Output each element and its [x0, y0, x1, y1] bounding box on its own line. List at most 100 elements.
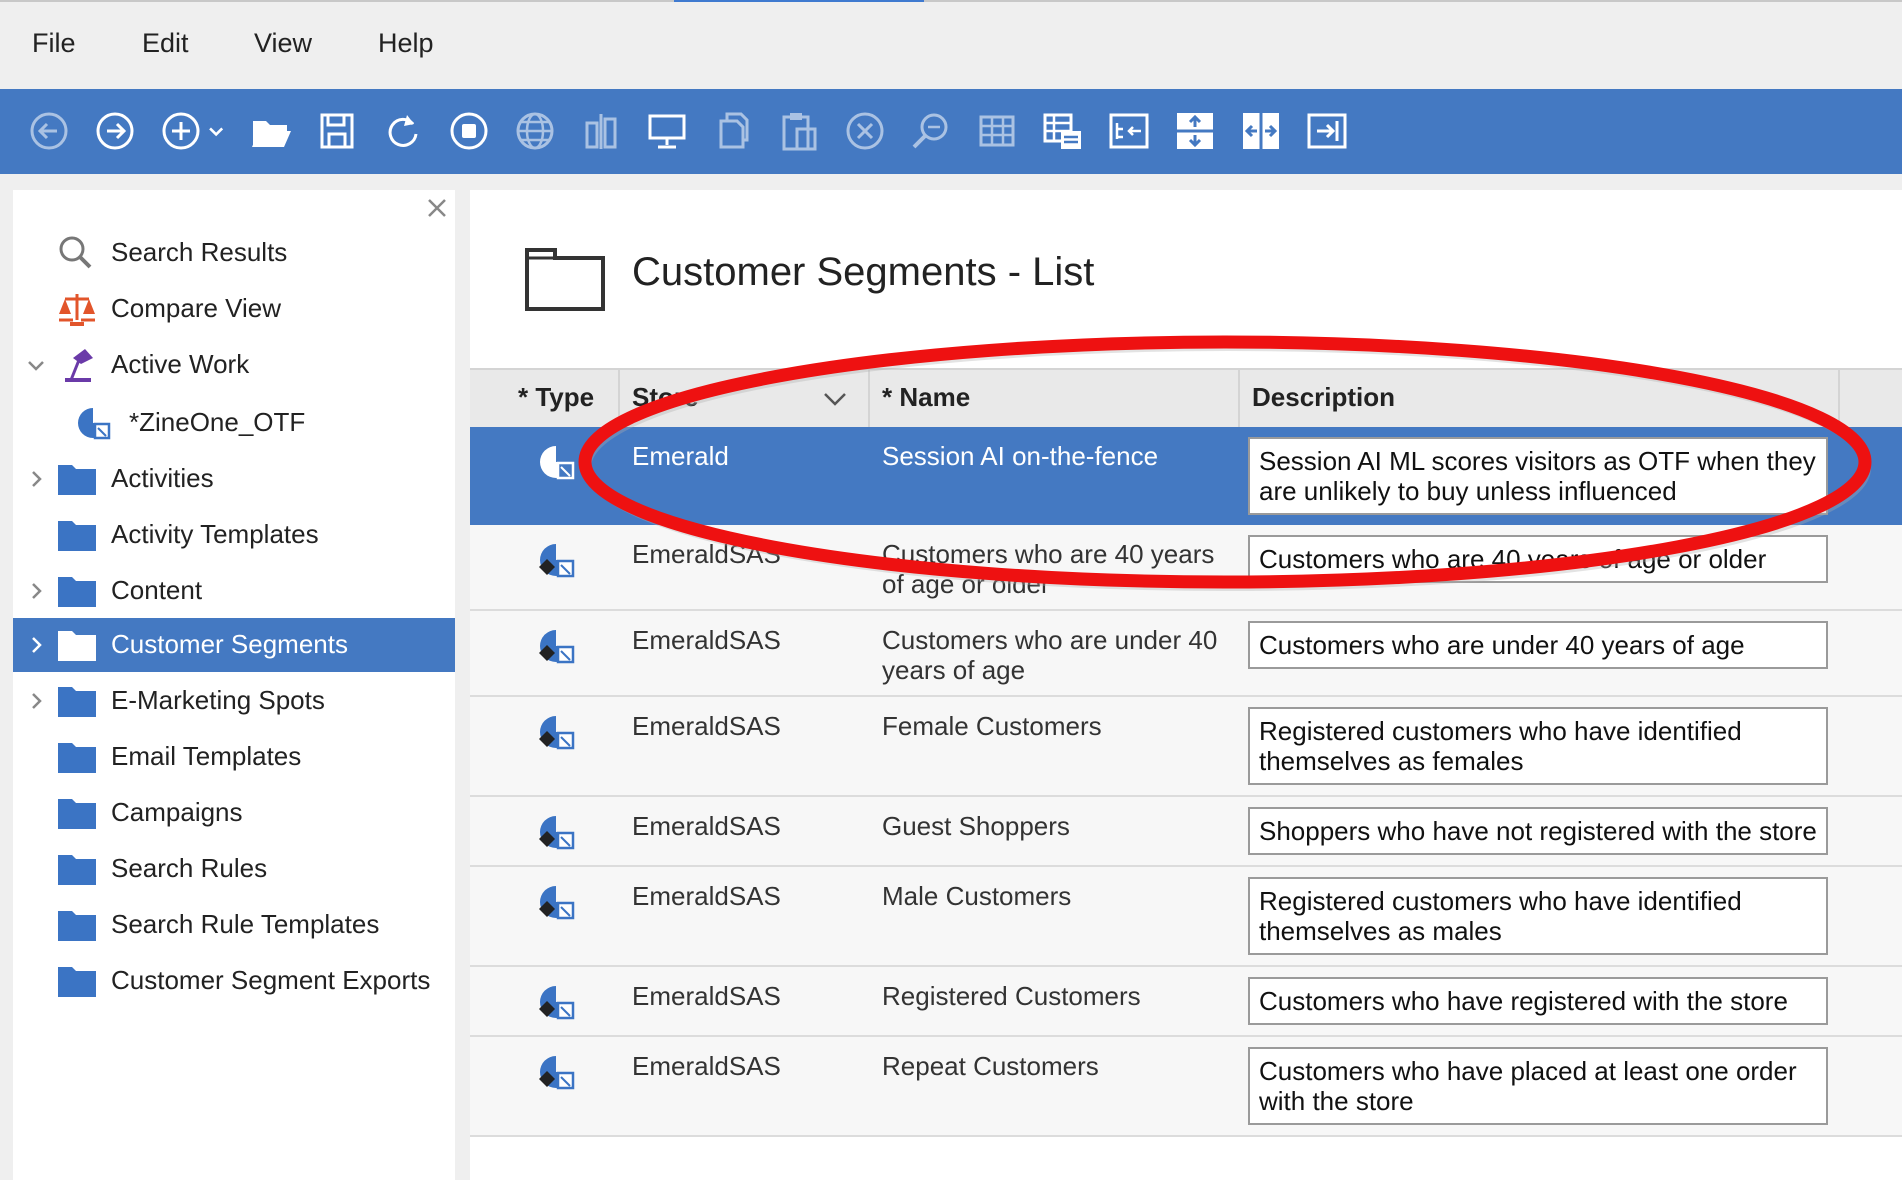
- table-row[interactable]: EmeraldSAS Male Customers Registered cus…: [470, 867, 1902, 967]
- store-cell: EmeraldSAS: [632, 811, 781, 841]
- name-cell: Guest Shoppers: [882, 811, 1070, 841]
- menu-help[interactable]: Help: [378, 28, 434, 59]
- sidebar-item-label: Search Rule Templates: [111, 909, 380, 939]
- back-icon[interactable]: [23, 105, 75, 157]
- chevron-down-icon[interactable]: [25, 354, 47, 376]
- sidebar-item-search-results[interactable]: Search Results: [13, 226, 455, 280]
- menu-edit[interactable]: Edit: [142, 28, 189, 59]
- close-panel-icon[interactable]: [423, 194, 451, 222]
- folder-icon: [55, 572, 99, 610]
- sidebar-item-label: Customer Segments: [111, 629, 348, 659]
- description-field[interactable]: Customers who are under 40 years of age: [1248, 621, 1828, 669]
- chevron-right-icon[interactable]: [25, 468, 47, 490]
- table-icon[interactable]: [971, 105, 1023, 157]
- scales-icon: [55, 290, 99, 328]
- sidebar-item-campaigns[interactable]: Campaigns: [13, 786, 455, 840]
- find-icon[interactable]: [905, 105, 957, 157]
- table-row[interactable]: Emerald Session AI on-the-fence Session …: [470, 427, 1902, 525]
- menu-view[interactable]: View: [254, 28, 312, 59]
- column-divider[interactable]: [868, 370, 870, 428]
- name-cell: Customers who are under 40 years of age: [882, 625, 1218, 685]
- expand-horizontal-icon[interactable]: [1235, 105, 1287, 157]
- description-field[interactable]: Customers who are 40 years of age or old…: [1248, 535, 1828, 583]
- menu-bar: File Edit View Help: [0, 2, 1902, 89]
- sidebar-item-label: Campaigns: [111, 797, 243, 827]
- description-field[interactable]: Customers who have registered with the s…: [1248, 977, 1828, 1025]
- column-header-name[interactable]: * Name: [882, 382, 970, 413]
- sidebar-item-email-templates[interactable]: Email Templates: [13, 730, 455, 784]
- segment-icon: [536, 625, 580, 669]
- sidebar-item-zineone-otf[interactable]: *ZineOne_OTF: [13, 396, 455, 450]
- sidebar-item-compare-view[interactable]: Compare View: [13, 282, 455, 336]
- sidebar-item-activities[interactable]: Activities: [13, 452, 455, 506]
- table-row[interactable]: EmeraldSAS Repeat Customers Customers wh…: [470, 1037, 1902, 1137]
- column-divider[interactable]: [1838, 370, 1840, 428]
- sidebar-item-label: Search Results: [111, 237, 288, 267]
- new-icon[interactable]: [155, 105, 207, 157]
- table-row[interactable]: EmeraldSAS Customers who are under 40 ye…: [470, 611, 1902, 697]
- sidebar-item-activity-templates[interactable]: Activity Templates: [13, 508, 455, 562]
- folder-icon: [55, 962, 99, 1000]
- segment-icon: [536, 981, 580, 1025]
- open-icon[interactable]: [245, 105, 297, 157]
- delete-icon[interactable]: [839, 105, 891, 157]
- folder-icon: [55, 738, 99, 776]
- sidebar-item-label: Search Rules: [111, 853, 268, 883]
- expand-vertical-icon[interactable]: [1169, 105, 1221, 157]
- sidebar-item-search-rule-templates[interactable]: Search Rule Templates: [13, 898, 455, 952]
- copy-icon[interactable]: [707, 105, 759, 157]
- monitor-icon[interactable]: [641, 105, 693, 157]
- list-view-icon[interactable]: [1037, 105, 1089, 157]
- chevron-right-icon[interactable]: [25, 634, 47, 656]
- table-row[interactable]: EmeraldSAS Female Customers Registered c…: [470, 697, 1902, 797]
- sidebar-item-customer-segments[interactable]: Customer Segments: [13, 618, 455, 672]
- globe-icon[interactable]: [509, 105, 561, 157]
- navigation-panel: Search Results Compare View Active Work …: [13, 190, 455, 1180]
- sidebar-item-active-work[interactable]: Active Work: [13, 338, 455, 392]
- sidebar-item-content[interactable]: Content: [13, 564, 455, 618]
- properties-icon[interactable]: [1103, 105, 1155, 157]
- name-cell: Male Customers: [882, 881, 1072, 911]
- refresh-icon[interactable]: [377, 105, 429, 157]
- description-field[interactable]: Session AI ML scores visitors as OTF whe…: [1248, 437, 1828, 515]
- sidebar-item-label: Compare View: [111, 293, 282, 323]
- description-field[interactable]: Shoppers who have not registered with th…: [1248, 807, 1828, 855]
- table-row[interactable]: EmeraldSAS Customers who are 40 years of…: [470, 525, 1902, 611]
- column-divider[interactable]: [618, 370, 620, 428]
- description-field[interactable]: Registered customers who have identified…: [1248, 877, 1828, 955]
- grid-header: * Type Store * Name Description: [470, 368, 1902, 429]
- folder-outline-icon: [524, 244, 606, 312]
- column-header-description[interactable]: Description: [1252, 382, 1395, 413]
- name-cell: Registered Customers: [882, 981, 1141, 1011]
- column-header-store[interactable]: Store: [632, 382, 698, 413]
- chevron-down-icon[interactable]: [202, 105, 232, 157]
- columns-icon[interactable]: [575, 105, 627, 157]
- chevron-right-icon[interactable]: [25, 690, 47, 712]
- maximize-icon[interactable]: [1301, 105, 1353, 157]
- table-row[interactable]: EmeraldSAS Registered Customers Customer…: [470, 967, 1902, 1037]
- segment-icon: [536, 441, 580, 485]
- sidebar-item-label: Active Work: [111, 349, 250, 379]
- sidebar-item-customer-segment-exports[interactable]: Customer Segment Exports: [13, 954, 455, 1008]
- segment-icon: [536, 1051, 580, 1095]
- paste-icon[interactable]: [773, 105, 825, 157]
- chevron-right-icon[interactable]: [25, 580, 47, 602]
- sidebar-item-search-rules[interactable]: Search Rules: [13, 842, 455, 896]
- sidebar-item-label: E-Marketing Spots: [111, 685, 325, 715]
- table-row[interactable]: EmeraldSAS Guest Shoppers Shoppers who h…: [470, 797, 1902, 867]
- segment-icon: [536, 881, 580, 925]
- chevron-down-icon[interactable]: [822, 388, 848, 410]
- save-icon[interactable]: [311, 105, 363, 157]
- menu-file[interactable]: File: [32, 28, 76, 59]
- column-divider[interactable]: [1238, 370, 1240, 428]
- column-header-type[interactable]: * Type: [518, 382, 594, 413]
- description-field[interactable]: Customers who have placed at least one o…: [1248, 1047, 1828, 1125]
- stop-icon[interactable]: [443, 105, 495, 157]
- forward-icon[interactable]: [89, 105, 141, 157]
- work-lamp-icon: [55, 346, 99, 384]
- description-field[interactable]: Registered customers who have identified…: [1248, 707, 1828, 785]
- sidebar-item-e-marketing-spots[interactable]: E-Marketing Spots: [13, 674, 455, 728]
- folder-icon: [55, 682, 99, 720]
- store-cell: EmeraldSAS: [632, 981, 781, 1011]
- toolbar: [0, 89, 1902, 174]
